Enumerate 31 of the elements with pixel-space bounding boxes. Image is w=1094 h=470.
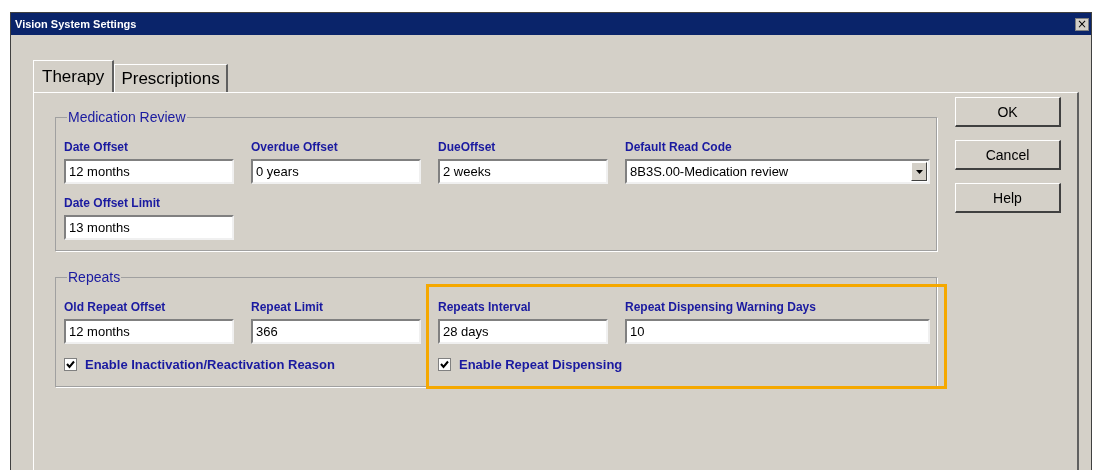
checkbox-label: Enable Repeat Dispensing: [459, 357, 623, 372]
tab[interactable]: Therapy: [33, 60, 115, 93]
field-label: DueOffset: [438, 140, 497, 154]
tab[interactable]: Prescriptions: [114, 64, 228, 92]
checkbox[interactable]: [438, 358, 451, 371]
dialog-button[interactable]: Cancel: [955, 140, 1061, 170]
window-title: Vision System Settings: [15, 18, 137, 30]
close-button[interactable]: ×: [1075, 17, 1089, 31]
field-label: Default Read Code: [625, 140, 733, 154]
input-field[interactable]: 13 months: [64, 215, 234, 240]
input-field[interactable]: 12 months: [64, 159, 234, 184]
dialog-button[interactable]: OK: [955, 97, 1061, 127]
dialog-button[interactable]: Help: [955, 183, 1061, 213]
input-field[interactable]: 366: [251, 319, 421, 344]
field-label: Repeat Dispensing Warning Days: [625, 300, 817, 314]
field-label: Overdue Offset: [251, 140, 339, 154]
input-field[interactable]: 28 days: [438, 319, 608, 344]
field-label: Date Offset Limit: [64, 196, 161, 210]
checkbox[interactable]: [64, 358, 77, 371]
input-field[interactable]: 10: [625, 319, 930, 344]
field-label: Date Offset: [64, 140, 129, 154]
input-field[interactable]: 0 years: [251, 159, 421, 184]
group-title: Repeats: [67, 269, 122, 285]
input-field[interactable]: 2 weeks: [438, 159, 608, 184]
field-label: Repeat Limit: [251, 300, 324, 314]
input-field[interactable]: 12 months: [64, 319, 234, 344]
field-label: Repeats Interval: [438, 300, 532, 314]
group-title: Medication Review: [67, 109, 187, 125]
checkbox-label: Enable Inactivation/Reactivation Reason: [85, 357, 335, 372]
field-label: Old Repeat Offset: [64, 300, 167, 314]
dropdown[interactable]: 8B3S.00-Medication review: [625, 159, 930, 184]
